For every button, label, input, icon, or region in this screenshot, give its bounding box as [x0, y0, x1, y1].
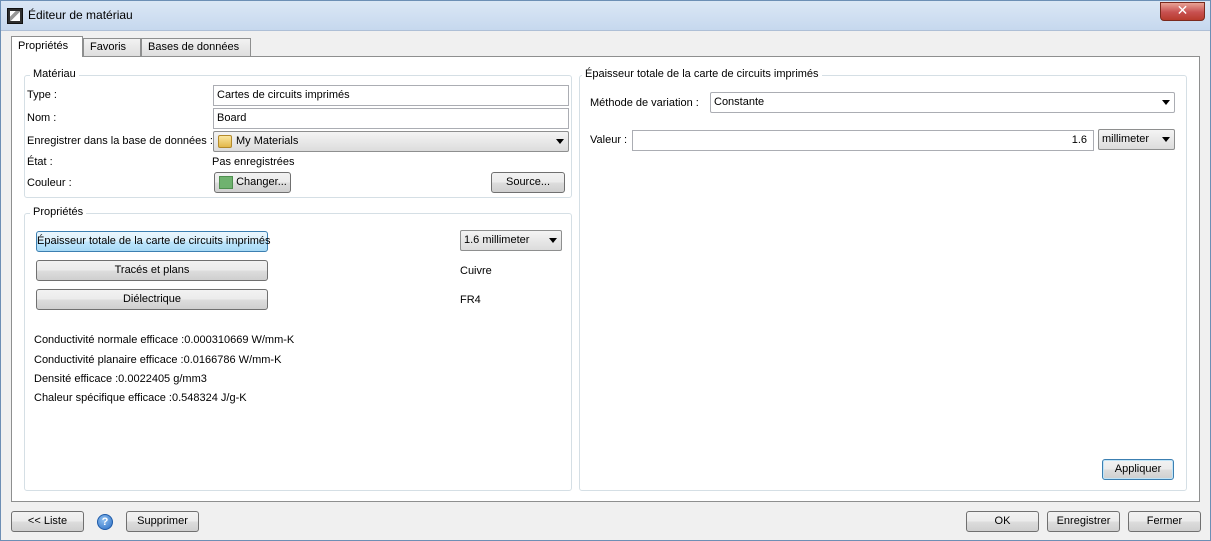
chevron-down-icon [549, 238, 557, 243]
valeur-field[interactable]: 1.6 [632, 130, 1094, 151]
type-label: Type : [27, 89, 57, 101]
traces-value: Cuivre [460, 265, 492, 277]
close-dialog-button[interactable]: Fermer [1128, 511, 1201, 532]
dielectric-value: FR4 [460, 294, 481, 306]
help-icon[interactable]: ? [97, 514, 113, 530]
methode-select-value: Constante [714, 96, 765, 108]
stat-normal-conductivity: Conductivité normale efficace :0.0003106… [34, 334, 295, 346]
database-icon [218, 135, 232, 148]
material-editor-window: Éditeur de matériau ✕ Propriétés Favoris… [0, 0, 1211, 541]
change-color-label: Changer... [236, 176, 287, 188]
valeur-label: Valeur : [590, 134, 628, 146]
close-button[interactable]: ✕ [1160, 2, 1205, 21]
tab-bases-de-donnees[interactable]: Bases de données [141, 38, 251, 56]
database-select-value: My Materials [236, 135, 299, 147]
properties-tab-panel: Matériau Type : Cartes de circuits impri… [11, 56, 1200, 502]
unit-select[interactable]: millimeter [1098, 129, 1175, 150]
methode-select[interactable]: Constante [710, 92, 1175, 113]
materiau-group-title: Matériau [30, 68, 79, 80]
stat-specific-heat: Chaleur spécifique efficace :0.548324 J/… [34, 392, 247, 404]
list-button[interactable]: << Liste [11, 511, 84, 532]
color-swatch [219, 176, 233, 189]
chevron-down-icon [1162, 137, 1170, 142]
ok-button[interactable]: OK [966, 511, 1039, 532]
thickness-button[interactable]: Épaisseur totale de la carte de circuits… [36, 231, 271, 252]
app-icon [7, 8, 23, 24]
thickness-select-value: 1.6 millimeter [464, 234, 530, 246]
stat-planar-conductivity: Conductivité planaire efficace :0.016678… [34, 354, 282, 366]
thickness-select[interactable]: 1.6 millimeter [460, 230, 562, 251]
nom-field[interactable]: Board [213, 108, 569, 129]
database-label: Enregistrer dans la base de données : [27, 135, 213, 147]
delete-button[interactable]: Supprimer [126, 511, 199, 532]
traces-button[interactable]: Tracés et plans [36, 260, 268, 281]
methode-label: Méthode de variation : [590, 97, 699, 109]
save-button[interactable]: Enregistrer [1047, 511, 1120, 532]
tab-proprietes[interactable]: Propriétés [11, 36, 83, 57]
type-field[interactable]: Cartes de circuits imprimés [213, 85, 569, 106]
source-button[interactable]: Source... [491, 172, 565, 193]
chevron-down-icon [556, 139, 564, 144]
proprietes-group-title: Propriétés [30, 206, 87, 218]
proprietes-group: Propriétés [24, 206, 572, 491]
nom-label: Nom : [27, 112, 57, 124]
unit-select-value: millimeter [1102, 133, 1150, 145]
couleur-label: Couleur : [27, 177, 72, 189]
database-select[interactable]: My Materials [213, 131, 569, 152]
window-title: Éditeur de matériau [28, 8, 133, 22]
tab-favoris[interactable]: Favoris [83, 38, 141, 56]
detail-group-title: Épaisseur totale de la carte de circuits… [582, 68, 822, 80]
dielectric-button[interactable]: Diélectrique [36, 289, 268, 310]
chevron-down-icon [1162, 100, 1170, 105]
title-bar[interactable]: Éditeur de matériau ✕ [1, 1, 1210, 31]
stat-density: Densité efficace :0.0022405 g/mm3 [34, 373, 207, 385]
change-color-button[interactable]: Changer... [214, 172, 291, 193]
apply-button[interactable]: Appliquer [1102, 459, 1174, 480]
etat-label: État : [27, 156, 53, 168]
etat-value: Pas enregistrées [212, 156, 295, 168]
